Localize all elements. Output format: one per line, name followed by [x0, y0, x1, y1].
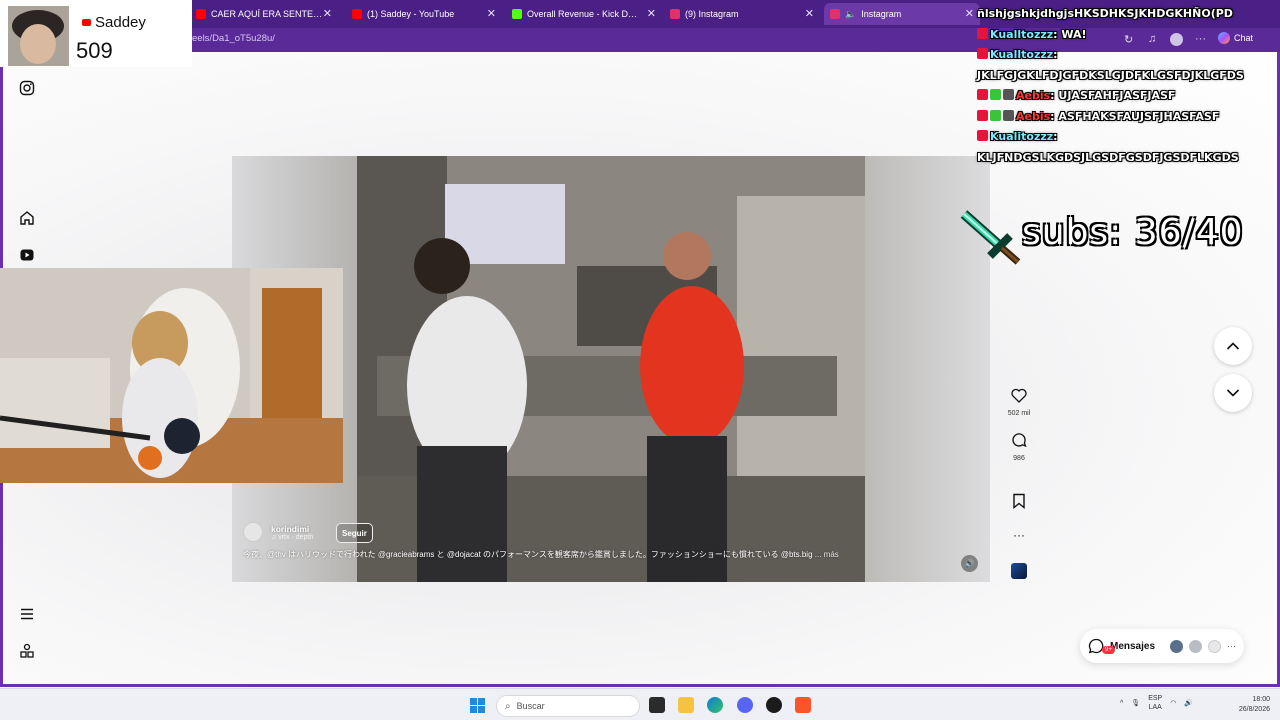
browser-tab[interactable]: Overall Revenue - Kick Dashboard ✕	[506, 3, 662, 25]
more-options-icon[interactable]: ···	[1006, 528, 1032, 542]
chat-message: Kualltozzz: WA!	[977, 25, 1277, 46]
next-reel-button[interactable]	[1214, 374, 1252, 412]
previous-reel-button[interactable]	[1214, 327, 1252, 365]
youtube-icon	[352, 9, 362, 19]
reel-player[interactable]	[232, 156, 990, 582]
follow-button[interactable]: Seguir	[336, 523, 373, 543]
reel-caption: 今夜、@thv はハリウッドで行われた @gracieabrams と @doj…	[243, 550, 839, 559]
channel-avatar	[8, 6, 69, 66]
home-icon[interactable]	[17, 208, 37, 228]
comment-icon	[1012, 433, 1027, 448]
url-text[interactable]: eels/Da1_oT5u28u/	[192, 33, 275, 44]
more-link[interactable]: ... más	[815, 550, 839, 559]
system-tray: ^ 🎙 ESP LAA ◠ 🔊	[1120, 694, 1193, 712]
moderator-badge-icon	[977, 130, 988, 141]
audio-thumbnail[interactable]	[1006, 563, 1032, 579]
webcam-feed	[0, 268, 343, 483]
like-count: 502 mil	[1007, 410, 1031, 417]
chat-message: Aebis: ASFHAKSFAUJSFJHASFASF	[977, 107, 1277, 128]
reel-video-frame	[357, 156, 865, 582]
save-button[interactable]	[1006, 493, 1032, 514]
close-icon[interactable]: ✕	[323, 7, 332, 20]
taskbar-search[interactable]: ⌕ Buscar	[496, 695, 640, 717]
youtube-subscriber-widget: Saddey 509	[0, 0, 192, 67]
moderator-badge-icon	[977, 109, 988, 121]
messages-button[interactable]: 9+ Mensajes ···	[1080, 629, 1244, 663]
app-icon[interactable]	[649, 697, 665, 713]
chevron-down-icon	[1226, 389, 1240, 397]
vip-badge-icon	[1003, 109, 1014, 121]
comment-count: 986	[1013, 455, 1025, 462]
moderator-badge-icon	[977, 27, 988, 39]
microphone-icon[interactable]: 🎙	[1131, 699, 1140, 707]
avatar	[1208, 639, 1221, 653]
subscriber-goal: subs: 36/40	[1022, 212, 1244, 253]
menu-icon[interactable]	[17, 604, 37, 624]
moderator-badge-icon	[977, 89, 988, 100]
instagram-icon	[830, 9, 840, 19]
speaker-icon: 🔈	[845, 8, 857, 19]
heart-icon	[1011, 388, 1027, 403]
chat-message: Kualitozzz: KLJFNDGSLKGDSJLGSDFGSDFJGSDF…	[977, 130, 1239, 164]
close-icon[interactable]: ✕	[487, 7, 496, 20]
subscriber-count: 509	[76, 38, 113, 63]
messages-badge: 9+	[1102, 646, 1115, 654]
search-icon: ⌕	[505, 700, 511, 712]
instagram-icon	[670, 9, 680, 19]
clock[interactable]: 18:00 26/8/2026	[1224, 695, 1270, 715]
kick-icon	[512, 9, 522, 19]
obs-icon[interactable]	[766, 697, 782, 713]
more-apps-icon[interactable]	[17, 641, 37, 661]
browser-tab-active[interactable]: 🔈 Instagram ✕	[824, 3, 980, 25]
author-name[interactable]: korindimi	[271, 524, 313, 534]
mute-icon[interactable]: 🔊	[961, 555, 978, 572]
music-track[interactable]: vrtx · depth	[278, 534, 313, 541]
bookmark-icon	[1013, 493, 1025, 509]
edge-icon[interactable]	[707, 697, 723, 713]
browser-tab[interactable]: (9) Instagram ✕	[664, 3, 820, 25]
avatar	[1189, 639, 1202, 653]
diamond-sword-icon	[960, 210, 1021, 265]
stream-chat-overlay: ñlshjgshkjdhgjsHKSDHKSJKHDGKHÑO(PD Kuall…	[977, 4, 1277, 168]
discord-icon[interactable]	[737, 697, 753, 713]
reel-author[interactable]: korindimi ♫ vrtx · depth	[243, 522, 313, 542]
brave-icon[interactable]	[795, 697, 811, 713]
author-avatar[interactable]	[243, 522, 263, 542]
close-icon[interactable]: ✕	[805, 7, 814, 20]
language-indicator[interactable]: ESP LAA	[1148, 694, 1162, 712]
subscriber-badge-icon	[990, 109, 1001, 121]
webcam-image	[0, 268, 343, 483]
file-explorer-icon[interactable]	[678, 697, 694, 713]
like-button[interactable]: 502 mil	[1006, 388, 1032, 417]
browser-tab[interactable]: (1) Saddey - YouTube ✕	[346, 3, 502, 25]
youtube-icon	[196, 9, 206, 19]
reels-icon[interactable]	[17, 245, 37, 265]
chevron-up-icon	[1226, 342, 1240, 350]
windows-taskbar: ⌕ Buscar ^ 🎙 ESP LAA ◠ 🔊 18:00 26/8/2026	[0, 688, 1280, 720]
windows-start-icon[interactable]	[470, 698, 485, 713]
chat-message: ñlshjgshkjdhgjsHKSDHKSJKHDGKHÑO(PD	[977, 7, 1233, 20]
comment-button[interactable]: 986	[1006, 432, 1032, 462]
avatar	[1170, 639, 1183, 653]
chevron-up-icon[interactable]: ^	[1120, 700, 1123, 707]
subscriber-badge-icon	[990, 89, 1001, 100]
chat-message: Kualltozzz: JKLFGJGKLFDJGFDKSLGJDFKLGSFD…	[977, 48, 1244, 82]
instagram-logo-icon[interactable]	[17, 78, 37, 98]
close-icon[interactable]: ✕	[965, 7, 974, 20]
more-options-icon: ···	[1227, 641, 1236, 651]
close-icon[interactable]: ✕	[647, 7, 656, 20]
channel-name: Saddey	[95, 14, 146, 31]
volume-icon[interactable]: 🔊	[1184, 699, 1193, 707]
vip-badge-icon	[1003, 89, 1014, 100]
browser-tab[interactable]: CAER AQUÍ ERA SENTENCIA DE M ✕	[190, 3, 338, 25]
audio-cover-icon	[1011, 563, 1027, 579]
chat-message: Aebis: UJASFAHFJASFJASF	[977, 86, 1277, 107]
reel-video[interactable]	[357, 156, 865, 582]
moderator-badge-icon	[977, 48, 988, 59]
wifi-icon[interactable]: ◠	[1170, 699, 1176, 707]
youtube-icon	[82, 19, 91, 26]
